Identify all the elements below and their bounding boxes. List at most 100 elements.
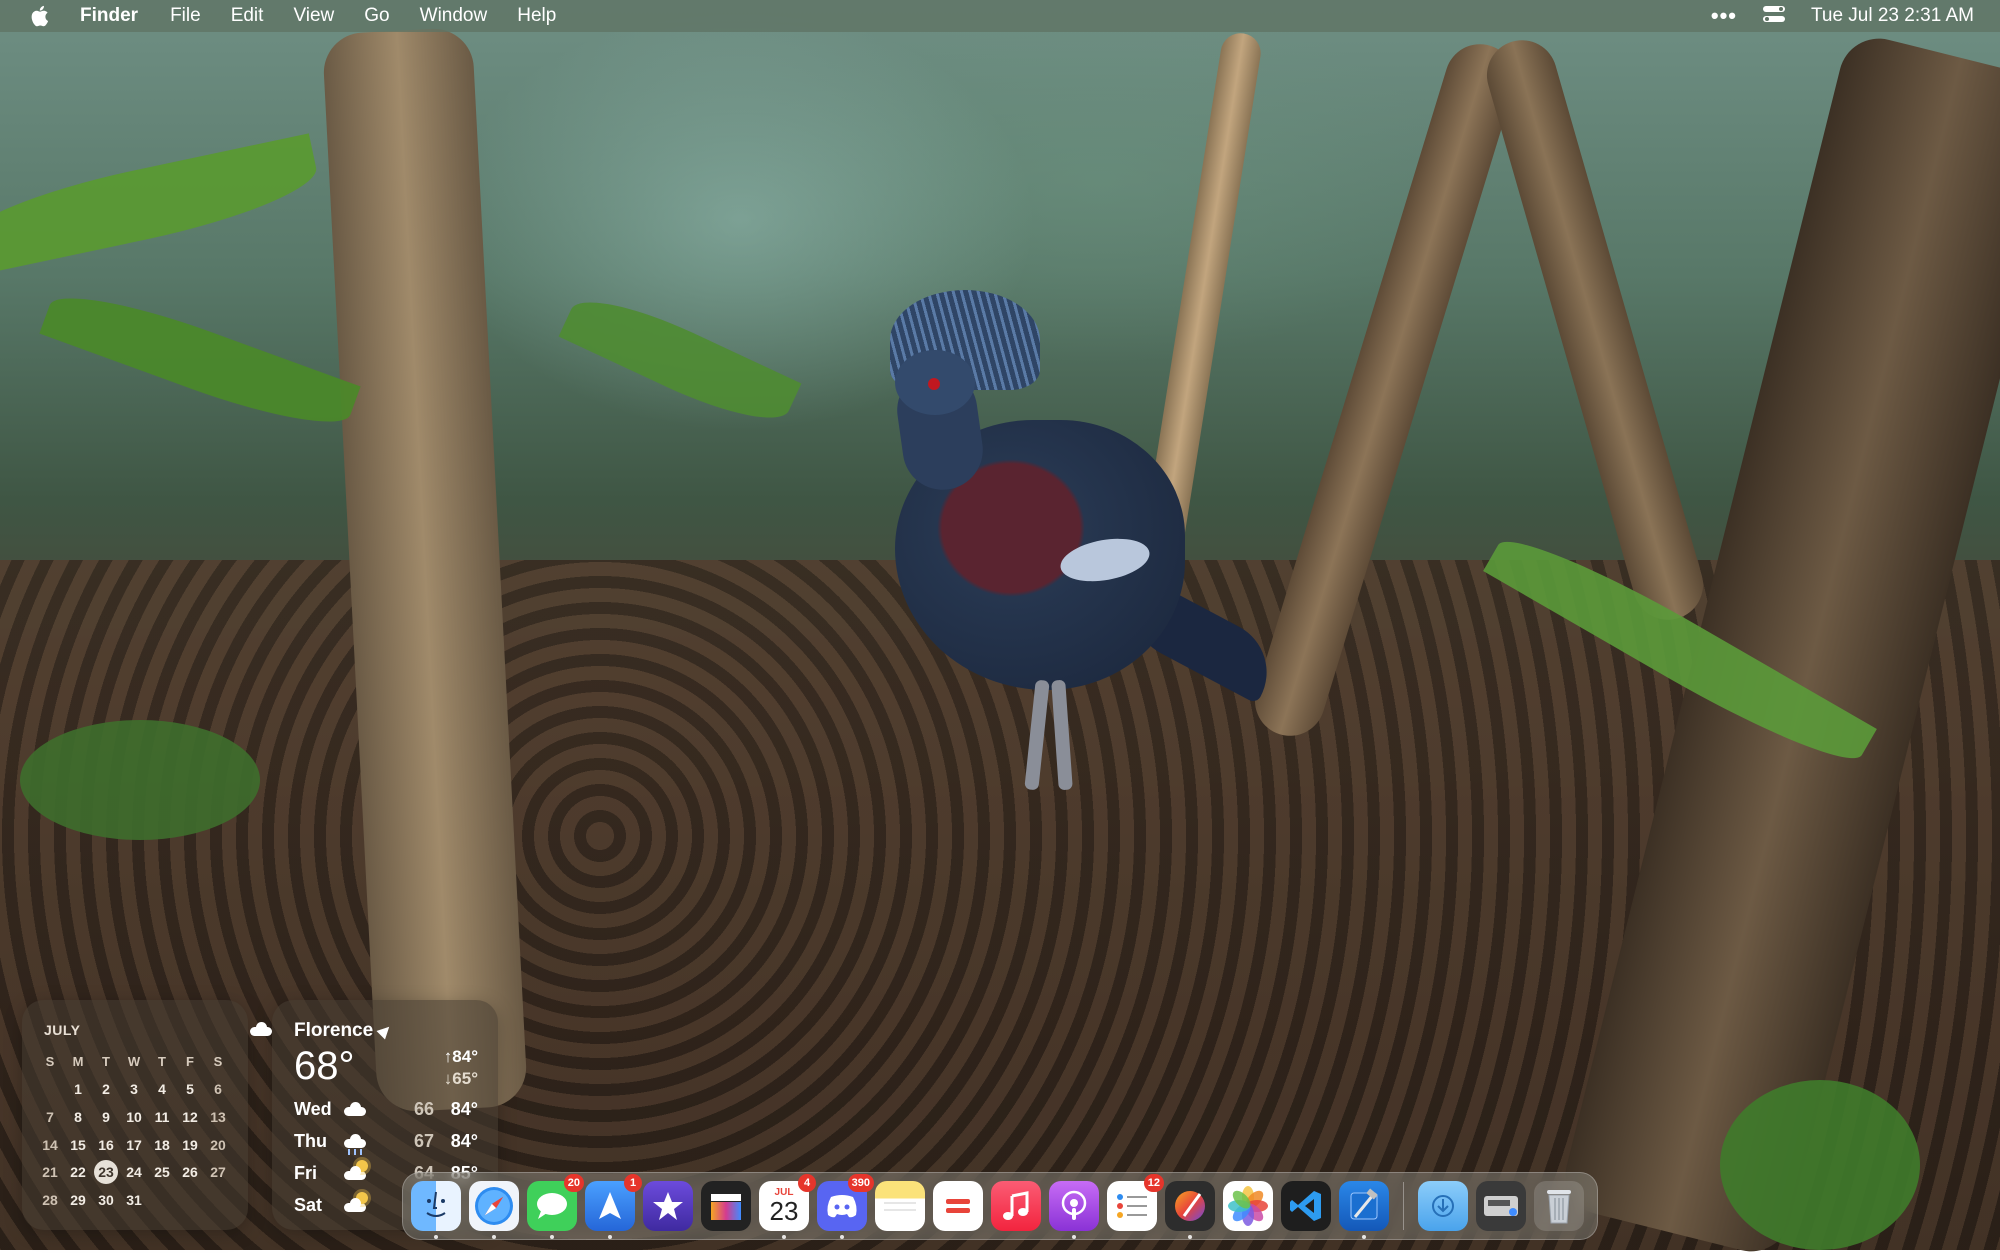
weekday-label: T xyxy=(158,1054,166,1070)
cloud-icon xyxy=(250,1022,272,1036)
equals-icon xyxy=(946,1199,970,1213)
running-indicator xyxy=(608,1235,612,1239)
calendar-day: 27 xyxy=(210,1164,226,1181)
wallpaper-leaf xyxy=(39,277,361,443)
forecast-day: Wed xyxy=(294,1098,332,1119)
calendar-day: 10 xyxy=(126,1108,142,1125)
running-indicator xyxy=(1188,1235,1192,1239)
calendar-day: 21 xyxy=(42,1164,58,1181)
dock-photos[interactable] xyxy=(1223,1181,1273,1231)
wallpaper-leaf xyxy=(20,720,260,840)
calendar-day: 11 xyxy=(154,1108,170,1125)
dock-discord[interactable]: 390 xyxy=(817,1174,874,1239)
calendar-day: 8 xyxy=(74,1108,82,1125)
wallpaper-leaf xyxy=(1720,1080,1920,1250)
weather-city: Florence xyxy=(294,1020,374,1041)
calendar-day: 2 xyxy=(102,1081,110,1098)
menu-file[interactable]: File xyxy=(170,5,201,27)
menu-help[interactable]: Help xyxy=(517,5,556,27)
dock-messages[interactable]: 20 xyxy=(527,1174,584,1239)
menu-bar: Finder File Edit View Go Window Help •••… xyxy=(0,0,2000,32)
calendar-widget[interactable]: JULY S M T W T F S 1 2 3 4 5 6 7 8 9 10 … xyxy=(22,1000,248,1230)
running-indicator xyxy=(550,1235,554,1239)
more-menu-extras-icon[interactable]: ••• xyxy=(1711,3,1737,29)
dock-final-cut-pro[interactable] xyxy=(701,1181,751,1231)
dock-music[interactable] xyxy=(991,1181,1041,1231)
running-indicator xyxy=(1362,1235,1366,1239)
dock-xcode[interactable] xyxy=(1339,1181,1389,1239)
menu-bar-extras: ••• Tue Jul 23 2:31 AM xyxy=(1711,3,1974,29)
weather-location: Florence xyxy=(294,1020,394,1042)
apple-menu-icon[interactable] xyxy=(26,3,52,29)
cloud-icon xyxy=(344,1102,366,1116)
notification-badge: 20 xyxy=(563,1174,584,1192)
dock-notes[interactable] xyxy=(875,1181,925,1231)
active-app-menu[interactable]: Finder xyxy=(80,5,138,27)
sun-cloud-icon xyxy=(344,1160,368,1180)
dock-testflight[interactable]: 1 xyxy=(585,1174,642,1239)
calendar-day: 6 xyxy=(214,1081,222,1098)
dock-pixelmator-pro[interactable] xyxy=(1165,1181,1215,1239)
menu-window[interactable]: Window xyxy=(420,5,488,27)
dock-finder[interactable] xyxy=(411,1181,461,1239)
forecast-high: 84° xyxy=(450,1098,478,1119)
calendar-month: JULY xyxy=(44,1022,81,1038)
dock-safari[interactable] xyxy=(469,1181,519,1239)
calendar-day xyxy=(36,1076,64,1104)
menu-go[interactable]: Go xyxy=(364,5,389,27)
calendar-day: 20 xyxy=(210,1136,226,1153)
music-note-icon xyxy=(1003,1191,1029,1220)
finder-icon xyxy=(426,1191,446,1217)
control-center-icon[interactable] xyxy=(1762,6,1785,26)
forecast-day: Thu xyxy=(294,1130,327,1151)
menu-bar-clock[interactable]: Tue Jul 23 2:31 AM xyxy=(1811,5,1974,27)
hard-drive-icon xyxy=(1484,1196,1518,1216)
notification-badge: 390 xyxy=(847,1174,874,1192)
calendar-day: 29 xyxy=(70,1191,86,1208)
running-indicator xyxy=(492,1235,496,1239)
calendar-day: 22 xyxy=(70,1164,86,1181)
forecast-low: 67 xyxy=(413,1130,434,1151)
weekday-label: M xyxy=(72,1054,84,1070)
calendar-day: 5 xyxy=(186,1081,194,1098)
notes-icon xyxy=(884,1202,916,1211)
clapperboard-icon xyxy=(711,1194,741,1220)
calendar-day: 1 xyxy=(74,1081,82,1098)
dock-podcasts[interactable] xyxy=(1049,1181,1099,1239)
dock-calendar[interactable]: JUL 23 4 xyxy=(759,1174,816,1239)
running-indicator xyxy=(840,1235,844,1239)
calendar-day: 31 xyxy=(126,1191,142,1208)
forecast-row: Wed 66 84° xyxy=(294,1094,478,1124)
calendar-day: 26 xyxy=(182,1164,198,1181)
hammer-icon xyxy=(1350,1188,1378,1220)
weekday-label: S xyxy=(45,1054,55,1070)
rain-cloud-icon xyxy=(344,1134,366,1155)
low-temperature: ↓65° xyxy=(443,1069,478,1088)
wallpaper-leaf xyxy=(0,133,324,277)
wallpaper-trunk xyxy=(1478,31,1712,629)
calendar-day xyxy=(204,1186,232,1214)
calendar-icon-day: 23 xyxy=(769,1196,799,1226)
calendar-day: 30 xyxy=(98,1191,114,1208)
star-icon xyxy=(653,1192,683,1220)
trash-icon xyxy=(1547,1190,1571,1224)
dock-trash[interactable] xyxy=(1534,1181,1584,1231)
calendar-day xyxy=(176,1186,204,1214)
dock-disk-utility[interactable] xyxy=(1476,1181,1526,1231)
dock-downloads-folder[interactable] xyxy=(1418,1181,1468,1231)
dock-soulver[interactable] xyxy=(933,1181,983,1231)
menu-edit[interactable]: Edit xyxy=(231,5,264,27)
dock-reminders[interactable]: 12 xyxy=(1107,1174,1164,1231)
calendar-today: 23 xyxy=(94,1160,118,1185)
calendar-day: 9 xyxy=(102,1108,110,1125)
calendar-day: 17 xyxy=(126,1136,142,1153)
bird-eye xyxy=(928,378,940,390)
download-arrow-icon xyxy=(1432,1195,1454,1217)
calendar-day: 24 xyxy=(126,1164,142,1181)
menu-view[interactable]: View xyxy=(293,5,334,27)
dock-imovie[interactable] xyxy=(643,1181,693,1231)
weekday-label: T xyxy=(102,1054,110,1070)
dock-vscode[interactable] xyxy=(1281,1181,1331,1231)
current-temperature: 68° xyxy=(294,1044,355,1088)
weekday-label: S xyxy=(213,1054,223,1070)
